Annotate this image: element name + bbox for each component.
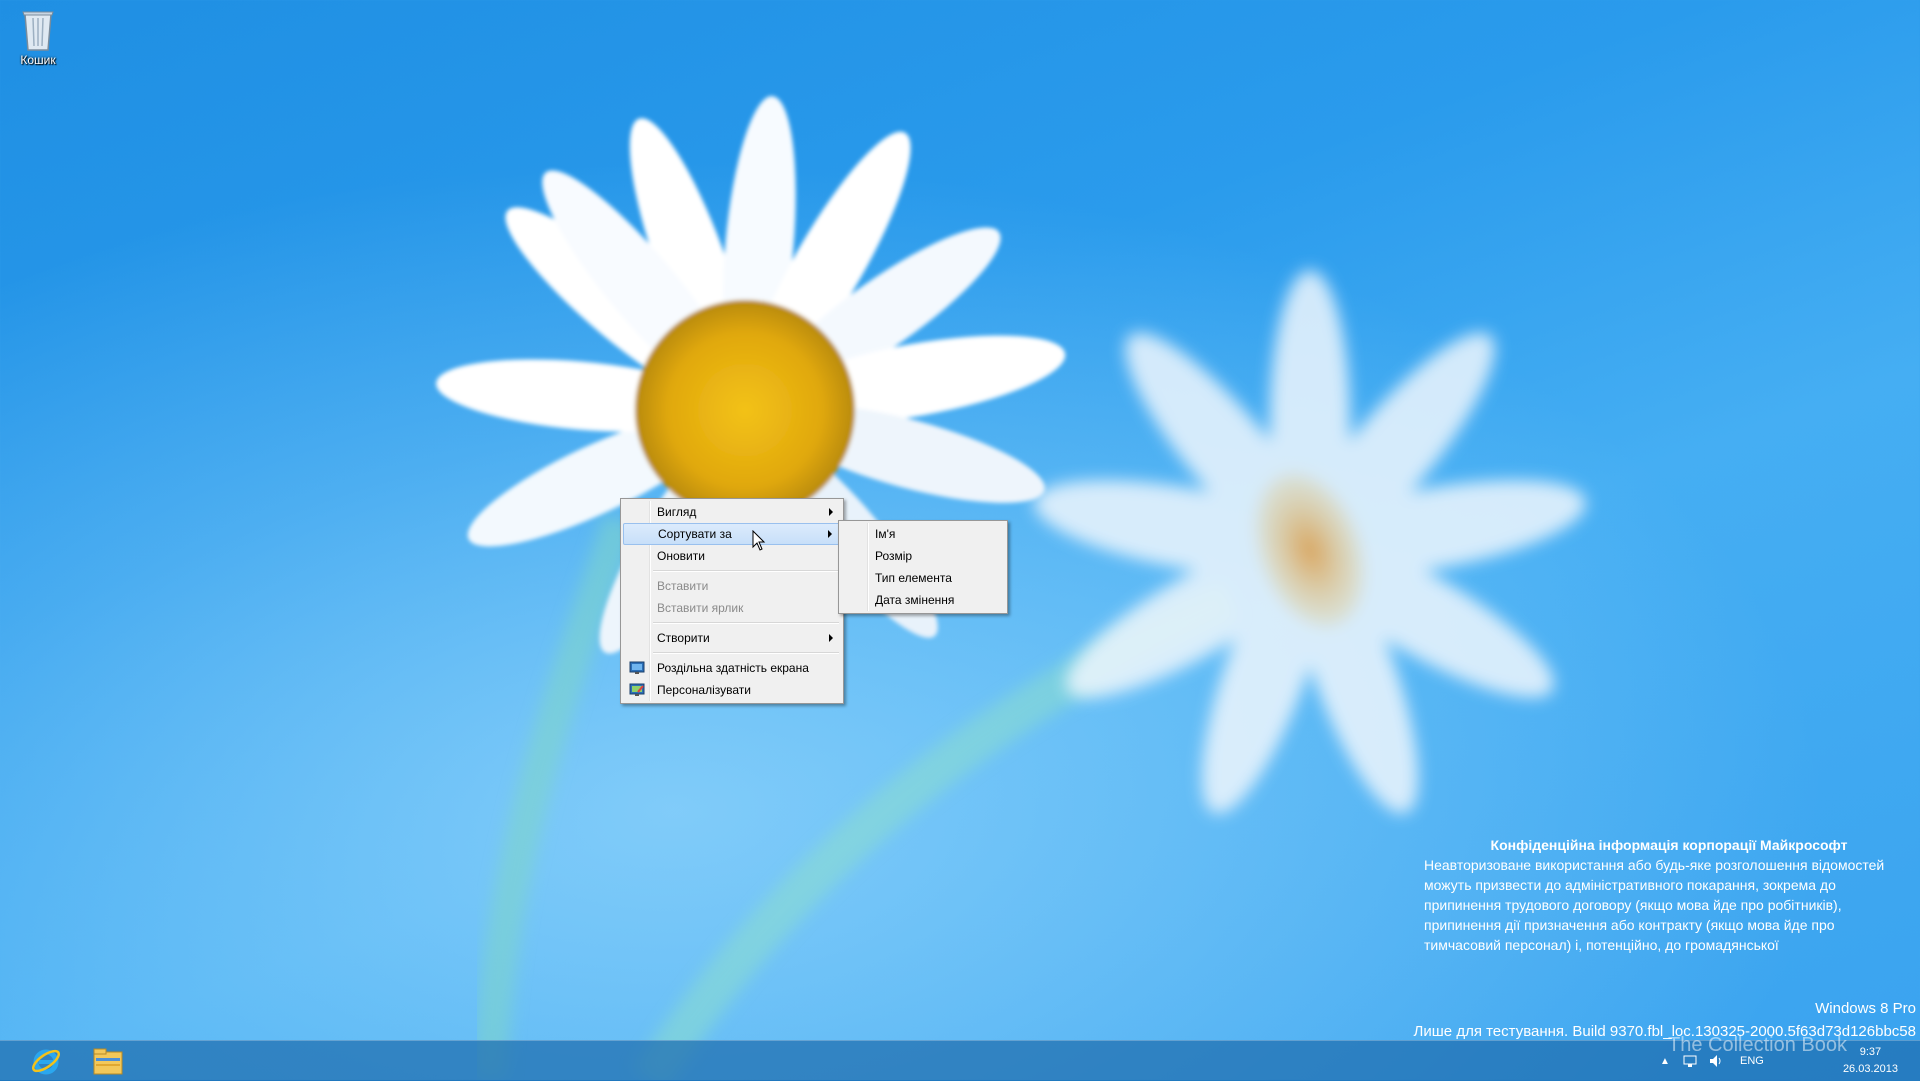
sort-by-date-modified[interactable]: Дата змінення <box>841 589 1005 611</box>
menu-item-label: Сортувати за <box>658 527 732 541</box>
menu-item-label: Дата змінення <box>875 593 955 607</box>
menu-item-refresh[interactable]: Оновити <box>623 545 841 567</box>
submenu-arrow-icon <box>829 508 833 516</box>
menu-item-label: Вигляд <box>657 505 697 519</box>
menu-item-label: Персоналізувати <box>657 683 751 697</box>
menu-item-label: Ім'я <box>875 527 896 541</box>
recycle-bin-icon <box>22 11 54 51</box>
menu-item-label: Розмір <box>875 549 913 563</box>
watermark-text: The Collection Book <box>1668 1034 1847 1056</box>
display-icon <box>629 661 645 674</box>
menu-separator <box>653 622 839 624</box>
menu-item-label: Роздільна здатність екрана <box>657 661 809 675</box>
personalize-icon <box>629 683 645 696</box>
ie-icon <box>31 1049 61 1075</box>
sort-by-submenu: Ім'я Розмір Тип елемента Дата змінення <box>838 520 1008 614</box>
windows-edition: Windows 8 Pro <box>1815 1000 1916 1017</box>
submenu-arrow-icon <box>828 530 832 538</box>
submenu-arrow-icon <box>829 634 833 642</box>
clock-date: 26.03.2013 <box>1842 1063 1898 1075</box>
confidential-notice: Конфіденційна інформація корпорації Майк… <box>1424 835 1914 955</box>
menu-separator <box>653 652 839 654</box>
mouse-cursor-icon <box>752 530 766 551</box>
menu-item-paste-shortcut[interactable]: Вставити ярлик <box>623 597 841 619</box>
taskbar-explorer-button[interactable] <box>78 1041 138 1081</box>
menu-item-label: Тип елемента <box>875 571 952 585</box>
menu-item-paste[interactable]: Вставити <box>623 575 841 597</box>
taskbar-ie-button[interactable] <box>16 1041 76 1081</box>
chevron-up-icon: ▲ <box>1660 1055 1670 1067</box>
menu-item-new[interactable]: Створити <box>623 627 841 649</box>
menu-separator <box>653 570 839 572</box>
menu-item-personalize[interactable]: Персоналізувати <box>623 679 841 701</box>
confidential-title: Конфіденційна інформація корпорації Майк… <box>1490 837 1848 853</box>
confidential-body: Неавторизоване використання або будь-яке… <box>1424 857 1885 953</box>
tray-clock[interactable]: 9:37 26.03.2013 <box>1843 1044 1898 1078</box>
taskbar: ▲ ENG 9:37 26.03.2013 <box>0 1040 1920 1081</box>
sort-by-size[interactable]: Розмір <box>841 545 1005 567</box>
sort-by-name[interactable]: Ім'я <box>841 523 1005 545</box>
recycle-bin[interactable]: Кошик <box>10 4 66 67</box>
recycle-bin-label: Кошик <box>20 53 56 67</box>
explorer-icon <box>93 1048 123 1075</box>
menu-item-label: Оновити <box>657 549 705 563</box>
menu-item-screen-resolution[interactable]: Роздільна здатність екрана <box>623 657 841 679</box>
desktop-context-menu: Вигляд Сортувати за Оновити Вставити Вст… <box>620 498 844 704</box>
menu-item-sort-by[interactable]: Сортувати за <box>623 523 841 545</box>
collection-book-watermark: The Collection Book <box>1668 1034 1847 1057</box>
clock-time: 9:37 <box>1859 1046 1882 1058</box>
menu-item-label: Вставити <box>657 579 709 593</box>
menu-item-label: Вставити ярлик <box>657 601 744 615</box>
menu-item-view[interactable]: Вигляд <box>623 501 841 523</box>
sort-by-item-type[interactable]: Тип елемента <box>841 567 1005 589</box>
menu-item-label: Створити <box>657 631 710 645</box>
